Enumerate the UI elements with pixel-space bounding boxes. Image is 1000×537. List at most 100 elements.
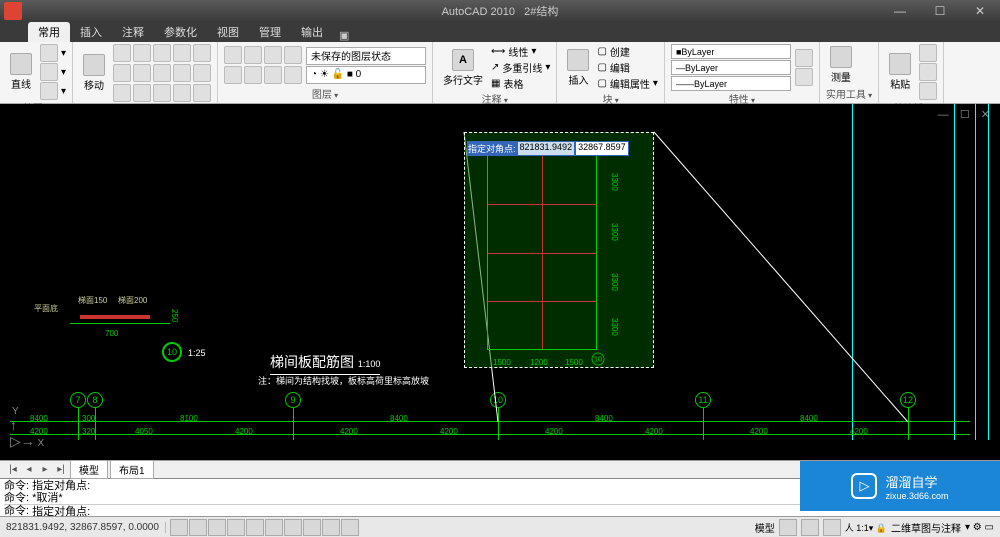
dimension: 300 <box>82 414 95 423</box>
status-tool-icon[interactable] <box>779 519 797 536</box>
plan-hline <box>488 301 596 302</box>
lwt-toggle[interactable] <box>322 519 340 536</box>
maximize-icon[interactable]: ☐ <box>920 1 960 21</box>
linetype-combo[interactable]: —— ByLayer <box>671 76 791 91</box>
chamfer-icon[interactable] <box>173 84 191 102</box>
cut-icon[interactable] <box>919 44 937 62</box>
listprops-icon[interactable] <box>795 68 813 86</box>
window-title: AutoCAD 2010 2#结构 <box>442 3 559 19</box>
command-prompt: 命令: <box>4 505 29 516</box>
matchprop-icon[interactable] <box>795 49 813 67</box>
join-icon[interactable] <box>133 84 151 102</box>
panel-block: 插入 ▢ 创建 ▢ 编辑 ▢ 编辑属性 ▾ 块 <box>557 42 664 103</box>
ref-line <box>852 104 853 440</box>
dimension: 8100 <box>180 414 198 423</box>
arc-icon[interactable] <box>40 82 58 100</box>
dyn-toggle[interactable] <box>303 519 321 536</box>
app-icon[interactable] <box>4 2 22 20</box>
status-tool-icon[interactable] <box>823 519 841 536</box>
erase-icon[interactable] <box>193 64 211 82</box>
panel-modify: 移动 修改 <box>73 42 218 103</box>
viewport-controls[interactable]: — ☐ ✕ <box>938 108 994 121</box>
line-button[interactable]: 直线 <box>6 52 36 92</box>
copy-clip-icon[interactable] <box>919 63 937 81</box>
layer-freeze-icon[interactable] <box>264 46 282 64</box>
circle-icon[interactable] <box>40 63 58 81</box>
tab-output[interactable]: 输出 <box>291 22 333 42</box>
mtext-button[interactable]: A 多行文字 <box>439 48 487 88</box>
otrack-toggle[interactable] <box>265 519 283 536</box>
lineweight-combo[interactable]: — ByLayer <box>671 60 791 75</box>
tab-annotate[interactable]: 注释 <box>112 22 154 42</box>
mirror-icon[interactable] <box>173 44 191 62</box>
layerprops-icon[interactable] <box>224 46 242 64</box>
pastespecial-icon[interactable] <box>919 82 937 100</box>
snap-toggle[interactable] <box>170 519 188 536</box>
layer-current-combo[interactable]: ◔ ☀ 🔓 ■ 0 <box>306 66 426 84</box>
ortho-toggle[interactable] <box>208 519 226 536</box>
tab-prev-icon[interactable]: ◂ <box>22 464 36 475</box>
layer-iso-icon[interactable] <box>224 66 242 84</box>
paste-button[interactable]: 粘贴 <box>885 52 915 92</box>
grid-toggle[interactable] <box>189 519 207 536</box>
insert-block-button[interactable]: 插入 <box>563 48 593 88</box>
model-space-button[interactable]: 模型 <box>755 520 775 535</box>
layer-state-combo[interactable]: 未保存的图层状态 <box>306 47 426 65</box>
stretch-icon[interactable] <box>113 64 131 82</box>
coord-x-field[interactable]: 821831.9492 <box>518 142 575 155</box>
minimize-icon[interactable]: — <box>880 1 920 21</box>
fillet-icon[interactable] <box>193 44 211 62</box>
grid-bubble-7: 7 <box>70 392 86 408</box>
offset-icon[interactable] <box>173 64 191 82</box>
table-button[interactable]: ▦ 表格 <box>491 76 550 91</box>
tab-first-icon[interactable]: |◂ <box>6 464 20 475</box>
move-button[interactable]: 移动 <box>79 53 109 93</box>
array-icon[interactable] <box>153 64 171 82</box>
dynamic-input[interactable]: 指定对角点: 821831.9492 32867.8597 <box>467 141 629 156</box>
coord-y-field[interactable]: 32867.8597 <box>576 142 628 155</box>
linear-dim-button[interactable]: ⟷ 线性 ▾ <box>491 44 550 59</box>
break-icon[interactable] <box>153 84 171 102</box>
create-block-button[interactable]: ▢ 创建 <box>597 44 657 59</box>
tab-last-icon[interactable]: ▸| <box>54 464 68 475</box>
drawing-area[interactable]: — ☐ ✕ 7 8 9 10 11 12 8400 300 8100 8400 … <box>0 104 1000 460</box>
copy-icon[interactable] <box>113 44 131 62</box>
status-tool-icon[interactable] <box>801 519 819 536</box>
osnap-toggle[interactable] <box>246 519 264 536</box>
trim-icon[interactable] <box>153 44 171 62</box>
layout1-tab[interactable]: 布局1 <box>110 460 154 479</box>
tab-next-icon[interactable]: ▸ <box>38 464 52 475</box>
explode-icon[interactable] <box>113 84 131 102</box>
tab-parametric[interactable]: 参数化 <box>154 22 207 42</box>
tab-view[interactable]: 视图 <box>207 22 249 42</box>
tab-manage[interactable]: 管理 <box>249 22 291 42</box>
polar-toggle[interactable] <box>227 519 245 536</box>
model-tab[interactable]: 模型 <box>70 460 108 479</box>
move-icon <box>83 54 105 76</box>
color-combo[interactable]: ■ ByLayer <box>671 44 791 59</box>
qp-toggle[interactable] <box>341 519 359 536</box>
dimension: 4050 <box>135 427 153 436</box>
layer-on-icon[interactable] <box>244 66 262 84</box>
mleader-button[interactable]: ↗ 多重引线 ▾ <box>491 60 550 75</box>
layer-lock-icon[interactable] <box>284 46 302 64</box>
ribbon-expand-icon[interactable]: ▣ <box>339 29 349 42</box>
workspace-switcher[interactable]: 二维草图与注释 <box>891 520 961 535</box>
measure-button[interactable]: 测量 <box>826 45 856 85</box>
tab-insert[interactable]: 插入 <box>70 22 112 42</box>
extend-icon[interactable] <box>193 84 211 102</box>
layer-off-icon[interactable] <box>244 46 262 64</box>
plan-hline <box>488 204 596 205</box>
text-icon: A <box>452 49 474 71</box>
scale-icon[interactable] <box>133 64 151 82</box>
layer-thaw-icon[interactable] <box>264 66 282 84</box>
layer-unlock-icon[interactable] <box>284 66 302 84</box>
editattr-button[interactable]: ▢ 编辑属性 ▾ <box>597 76 657 91</box>
tab-common[interactable]: 常用 <box>28 22 70 42</box>
ducs-toggle[interactable] <box>284 519 302 536</box>
rotate-icon[interactable] <box>133 44 151 62</box>
grid-bubble-12: 12 <box>900 392 916 408</box>
edit-block-button[interactable]: ▢ 编辑 <box>597 60 657 75</box>
polyline-icon[interactable] <box>40 44 58 62</box>
close-icon[interactable]: ✕ <box>960 1 1000 21</box>
